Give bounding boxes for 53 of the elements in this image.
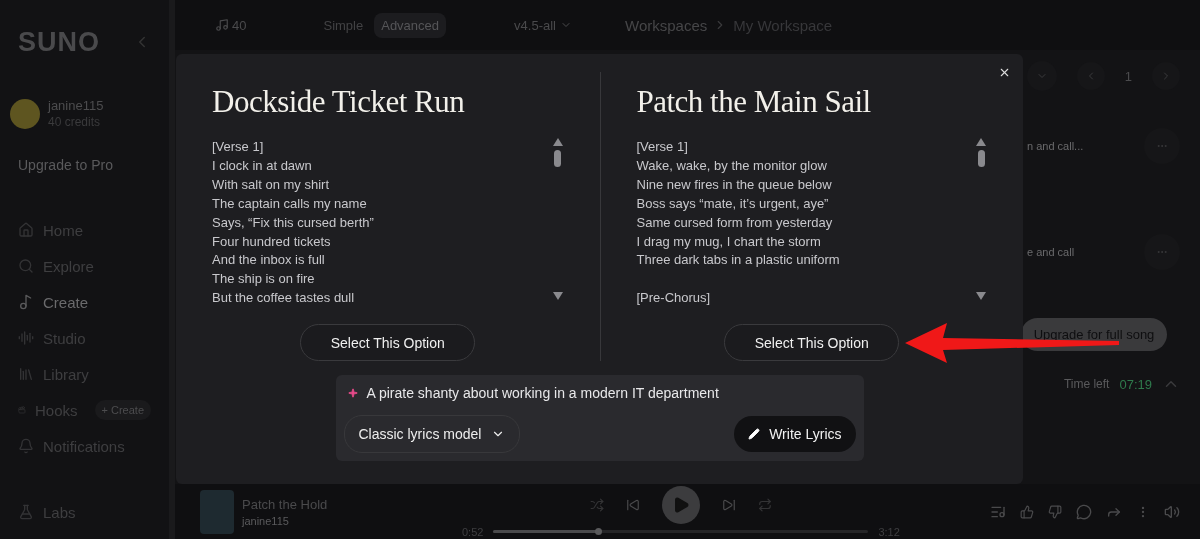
note-icon[interactable] [215, 18, 229, 32]
scroll-down-icon[interactable] [552, 292, 563, 300]
track-title: Patch the Hold [242, 496, 329, 512]
create-icon[interactable] [18, 294, 34, 310]
write-lyrics-button[interactable]: Write Lyrics [734, 416, 856, 452]
select-option-button[interactable]: Select This Option [724, 324, 900, 361]
progress-thumb[interactable] [595, 528, 603, 535]
lyrics-text: [Verse 1] I clock in at dawn With salt on my shirt The captain calls my name Says, “Fix this cursed berth” Four hundred tickets And the inbox is full The ship is on fire But the coffee tastes dull [212, 138, 375, 308]
flask-icon[interactable] [18, 504, 34, 520]
studio-icon[interactable] [18, 330, 34, 346]
thumbs-down-icon[interactable] [1048, 504, 1062, 519]
lyrics-text: [Verse 1] Wake, wake, by the monitor glow Nine new fires in the queue below Boss says “mate, it’s urgent, aye” Same cursed form from yesterday I drag my mug, I chart the storm Three dark tabs in a plastic uniform [636, 138, 841, 270]
time-left: 07:19 [1119, 376, 1152, 392]
select-option-button[interactable]: Select This Option [300, 324, 476, 361]
credit-count: 40 [232, 17, 247, 33]
user-name: janine115 [48, 98, 104, 113]
lyrics-title: Patch the Main Sail [636, 84, 872, 120]
skip-back-icon[interactable] [625, 497, 640, 512]
lyrics-title: Dockside Ticket Run [212, 84, 466, 120]
explore-icon[interactable] [18, 258, 34, 274]
scroll-down-icon[interactable] [976, 292, 986, 300]
song-description: n and call... [1027, 140, 1084, 152]
lyrics-text: [Pre-Chorus] [636, 289, 712, 308]
upgrade-button[interactable]: Upgrade to Pro [18, 151, 151, 179]
sparkle-icon[interactable] [347, 388, 358, 398]
cover-placeholder[interactable] [200, 489, 234, 534]
song-description: e and call [1027, 246, 1075, 258]
skip-forward-icon[interactable] [721, 497, 736, 512]
lyrics-model-select[interactable]: Classic lyrics model [343, 415, 521, 453]
logo: SUNO [18, 26, 100, 58]
volume-icon[interactable] [1164, 503, 1180, 520]
pencil-icon [748, 428, 761, 440]
scroll-thumb[interactable] [977, 150, 985, 167]
library-icon[interactable] [18, 366, 34, 382]
home-icon[interactable] [18, 222, 34, 238]
avatar[interactable] [10, 98, 40, 129]
shuffle-icon[interactable] [589, 497, 604, 512]
prompt-text: A pirate shanty about working in a modern IT department [366, 385, 719, 401]
close-icon [998, 66, 1011, 79]
repeat-icon[interactable] [757, 497, 772, 512]
track-artist: janine115 [242, 514, 290, 527]
progress-bar[interactable] [493, 530, 869, 533]
play-button[interactable] [661, 485, 700, 524]
time-left-label: Time left [1063, 377, 1110, 391]
mode-tab[interactable]: Advanced [374, 12, 447, 38]
scroll-up-icon[interactable] [552, 138, 563, 146]
scroll-up-icon[interactable] [976, 138, 986, 146]
nav-item[interactable]: Create [43, 293, 89, 311]
model-select[interactable]: v4.5-all [508, 16, 578, 34]
scroll-thumb[interactable] [554, 150, 561, 167]
thumbs-up-icon[interactable] [1020, 504, 1034, 519]
comment-icon[interactable] [1076, 503, 1092, 520]
notifications-icon[interactable] [18, 438, 34, 454]
